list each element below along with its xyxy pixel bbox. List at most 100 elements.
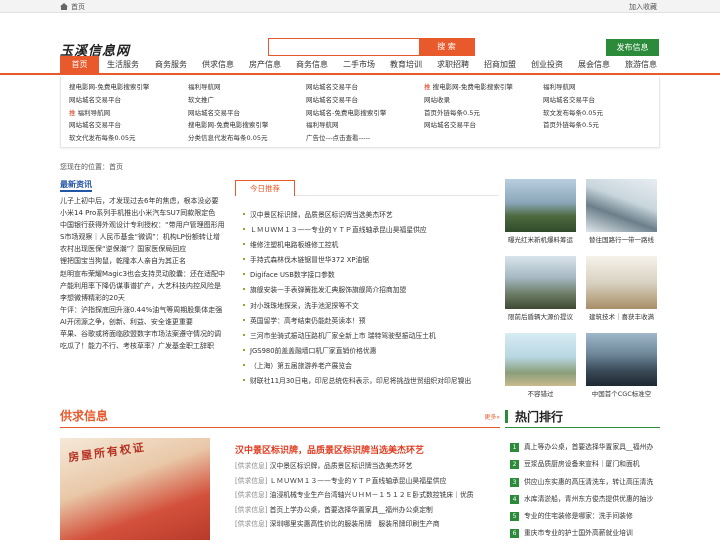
nav-business-info[interactable]: 商务信息 (296, 56, 328, 74)
supply-item-text[interactable]: 汉中景区标识牌，品质景区标识牌当选美杰环艺 (270, 462, 413, 470)
nav-second-hand[interactable]: 二手市场 (343, 56, 375, 74)
ranking-item[interactable]: 5 专业的住宅装修是哪家：洗手间装修 (510, 508, 653, 525)
recommend-item[interactable]: 财联社11月30日电，印尼总统佐科表示，印尼将挑战世贸组织对印尼镍出 (243, 374, 471, 389)
supply-item[interactable]: [供求信息] 油浸机械专业生产台湾轴兴ＵＨＭ－１５１２Ｅ卧式数控铣床｜优质 (235, 488, 474, 503)
nav-franchise[interactable]: 招商加盟 (484, 56, 516, 74)
ranking-item[interactable]: 1 真上等办公桌，首要选择华置家具__福州办 (510, 439, 653, 456)
supply-item[interactable]: [供求信息] 首页上学办公桌，首要选择华置家具__福州办公桌定制 (235, 503, 474, 518)
add-favorite-link[interactable]: 加入收藏 (629, 2, 657, 12)
news-item[interactable]: 午评：沪指探底回升涨0.44%油气等周期股集体走强 (60, 304, 230, 316)
ranking-item-text[interactable]: 专业的住宅装修是哪家：洗手间装修 (524, 512, 633, 520)
supply-tag[interactable]: [供求信息] (235, 491, 268, 499)
recommend-item[interactable]: （上海）第五届旅游养老产展览会 (243, 359, 471, 374)
thumb-item[interactable]: 不容错过 (505, 333, 576, 398)
news-item[interactable]: 小米14 Pro系列手机推出小米汽车SU7同款限定色 (60, 207, 230, 219)
more-link[interactable]: 更多» (484, 412, 500, 421)
thumb-image[interactable] (586, 256, 657, 309)
nav-education[interactable]: 教育培训 (390, 56, 422, 74)
nav-property[interactable]: 房产信息 (249, 56, 281, 74)
supply-item[interactable]: [供求信息] 深圳哪里实惠高性价比的服装吊牌 服装吊牌印刷生产商 (235, 517, 474, 532)
friend-link[interactable]: 软文推广 (188, 94, 214, 104)
supply-item[interactable]: [供求信息] ＬＭＵＷＭ１３——专业的ＹＴＰ直线轴承昆山昊福星供应 (235, 474, 474, 489)
news-item[interactable]: S市场观察｜人民币基金“微调”：机构LP份额转让增 (60, 231, 230, 243)
thumb-image[interactable] (505, 333, 576, 386)
news-item[interactable]: AI开闭源之争，创新、利益、安全谁更重要 (60, 316, 230, 328)
nav-business-services[interactable]: 商务服务 (155, 56, 187, 74)
friend-link[interactable]: 首页外链每条0.5元 (543, 119, 599, 129)
thumb-item[interactable]: 中国首个CGC标准空 (586, 333, 657, 398)
friend-link[interactable]: 推 福利导航网 (69, 107, 110, 117)
friend-link[interactable]: 推 搜电影网-免费电影搜索引擎 (424, 81, 513, 91)
thumb-caption[interactable]: 限前后盾辆大源价提议 (505, 311, 576, 321)
news-item[interactable]: 产能利用率下降仍谋事谱扩产，大艺科技内控风险是 (60, 280, 230, 292)
supply-tag[interactable]: [供求信息] (235, 506, 268, 514)
friend-link[interactable]: 网站城名交易平台 (306, 81, 358, 91)
thumb-item[interactable]: 替往国路行一带一路线 (586, 179, 657, 244)
home-link[interactable]: 首页 (60, 2, 85, 12)
search-input[interactable] (269, 39, 419, 55)
ranking-item-text[interactable]: 豆浆品质厨房设备来宣科｜厦门和面机 (524, 460, 640, 468)
friend-link[interactable]: 网站城名交易平台 (69, 94, 121, 104)
friend-link[interactable]: 网站城名交易平台 (306, 94, 358, 104)
thumb-item[interactable]: 曝光红米新机爆料筹运 (505, 179, 576, 244)
thumb-caption[interactable]: 建筑技术｜喜获丰收满 (586, 311, 657, 321)
recommend-item[interactable]: 对小珠珠地探采，洗手池泥探等不文 (243, 299, 471, 314)
friend-link[interactable]: 搜电影网-免费电影搜索引擎 (69, 81, 149, 91)
supply-image[interactable]: 房屋所有权证 (60, 438, 210, 540)
thumb-caption[interactable]: 不容错过 (505, 388, 576, 398)
news-item[interactable]: 吃瓜了！能力不行、考核草率？广发基金职工辞职 (60, 340, 230, 352)
nav-life-services[interactable]: 生活服务 (107, 56, 139, 74)
ranking-item-text[interactable]: 供应山东实惠的高压清洗车，转让高压清洗 (524, 478, 653, 486)
news-item[interactable]: 中国银行获得外观设计专利授权：“带用户管理图形用 (60, 219, 230, 231)
recommend-item[interactable]: 汉中景区标识牌，品质景区标识牌当选美杰环艺 (243, 208, 471, 223)
nav-home[interactable]: 首页 (60, 56, 99, 74)
thumb-caption[interactable]: 中国首个CGC标准空 (586, 388, 657, 398)
friend-link[interactable]: 网站城名交易平台 (543, 94, 595, 104)
recommend-item[interactable]: 手持式森林伐木链锯冒世华372 XP油锯 (243, 253, 471, 268)
ranking-item[interactable]: 4 水库清淤船，青州东方俊杰提供优惠的抽沙 (510, 491, 653, 508)
ranking-item[interactable]: 6 重庆市专业的护士国外高薪就业培训 (510, 525, 653, 542)
friend-link[interactable]: 网站城名交易平台 (188, 107, 240, 117)
ranking-item-text[interactable]: 水库清淤船，青州东方俊杰提供优惠的抽沙 (524, 495, 653, 503)
search-button[interactable]: 搜 索 (419, 39, 474, 55)
thumb-image[interactable] (505, 179, 576, 232)
news-item[interactable]: 儿子上初中后，才发现过去6年的焦虑，根本没必要 (60, 195, 230, 207)
thumb-caption[interactable]: 曝光红米新机爆料筹运 (505, 234, 576, 244)
supply-item-text[interactable]: 深圳哪里实惠高性价比的服装吊牌 服装吊牌印刷生产商 (270, 520, 440, 528)
friend-link[interactable]: 软文代发布每条0.05元 (69, 132, 135, 142)
friend-link[interactable]: 分类信息代发布每条0.05元 (188, 132, 267, 142)
ranking-item-text[interactable]: 真上等办公桌，首要选择华置家具__福州办 (524, 443, 653, 451)
friend-link[interactable]: 网站收录 (424, 94, 450, 104)
supply-item-text[interactable]: 首页上学办公桌，首要选择华置家具__福州办公桌定制 (270, 506, 433, 514)
friend-link[interactable]: 首页外链每条0.5元 (424, 107, 480, 117)
tab-today-recommend[interactable]: 今日推荐 (235, 180, 295, 196)
news-item[interactable]: 农村出现医保“逆保潮”？国家医保局回应 (60, 243, 230, 255)
thumb-item[interactable]: 建筑技术｜喜获丰收满 (586, 256, 657, 321)
supply-item-text[interactable]: 油浸机械专业生产台湾轴兴ＵＨＭ－１５１２Ｅ卧式数控铣床｜优质 (270, 491, 474, 499)
friend-link[interactable]: 广告位---点击查看----- (306, 132, 370, 142)
supply-item[interactable]: [供求信息] 汉中景区标识牌，品质景区标识牌当选美杰环艺 (235, 459, 474, 474)
friend-link[interactable]: 福利导航网 (306, 119, 339, 129)
recommend-item[interactable]: 维修注塑机电路板维修工控机 (243, 238, 471, 253)
friend-link[interactable]: 网站城名交易平台 (69, 119, 121, 129)
nav-jobs[interactable]: 求职招聘 (437, 56, 469, 74)
news-item[interactable]: 李想微博精彩的20天 (60, 292, 230, 304)
friend-link[interactable]: 网站城名交易平台 (424, 119, 476, 129)
supply-tag[interactable]: [供求信息] (235, 520, 268, 528)
recommend-item[interactable]: 旗舰安装—手表弹簧批发汇典服饰旗舰简介招商加盟 (243, 283, 471, 298)
thumb-image[interactable] (505, 256, 576, 309)
ranking-item[interactable]: 2 豆浆品质厨房设备来宣科｜厦门和面机 (510, 456, 653, 473)
friend-link[interactable]: 福利导航网 (188, 81, 221, 91)
thumb-image[interactable] (586, 333, 657, 386)
thumb-caption[interactable]: 替往国路行一带一路线 (586, 234, 657, 244)
recommend-item[interactable]: JGS980前盖盖融墙口机厂家直销价格优惠 (243, 344, 471, 359)
ranking-item[interactable]: 3 供应山东实惠的高压清洗车，转让高压清洗 (510, 474, 653, 491)
friend-link[interactable]: 网站城名-免费电影搜索引擎 (306, 107, 386, 117)
nav-investment[interactable]: 创业投资 (531, 56, 563, 74)
publish-button[interactable]: 发布信息 (606, 39, 659, 56)
news-item[interactable]: 苹果、谷歌或将面临欧盟数字市场法案遵守情况的调 (60, 328, 230, 340)
supply-item-text[interactable]: ＬＭＵＷＭ１３——专业的ＹＴＰ直线轴承昆山昊福星供应 (270, 477, 447, 485)
nav-exhibition[interactable]: 展会信息 (578, 56, 610, 74)
recommend-item[interactable]: Digiface USB数字接口参数 (243, 268, 471, 283)
ranking-item-text[interactable]: 重庆市专业的护士国外高薪就业培训 (524, 529, 633, 537)
